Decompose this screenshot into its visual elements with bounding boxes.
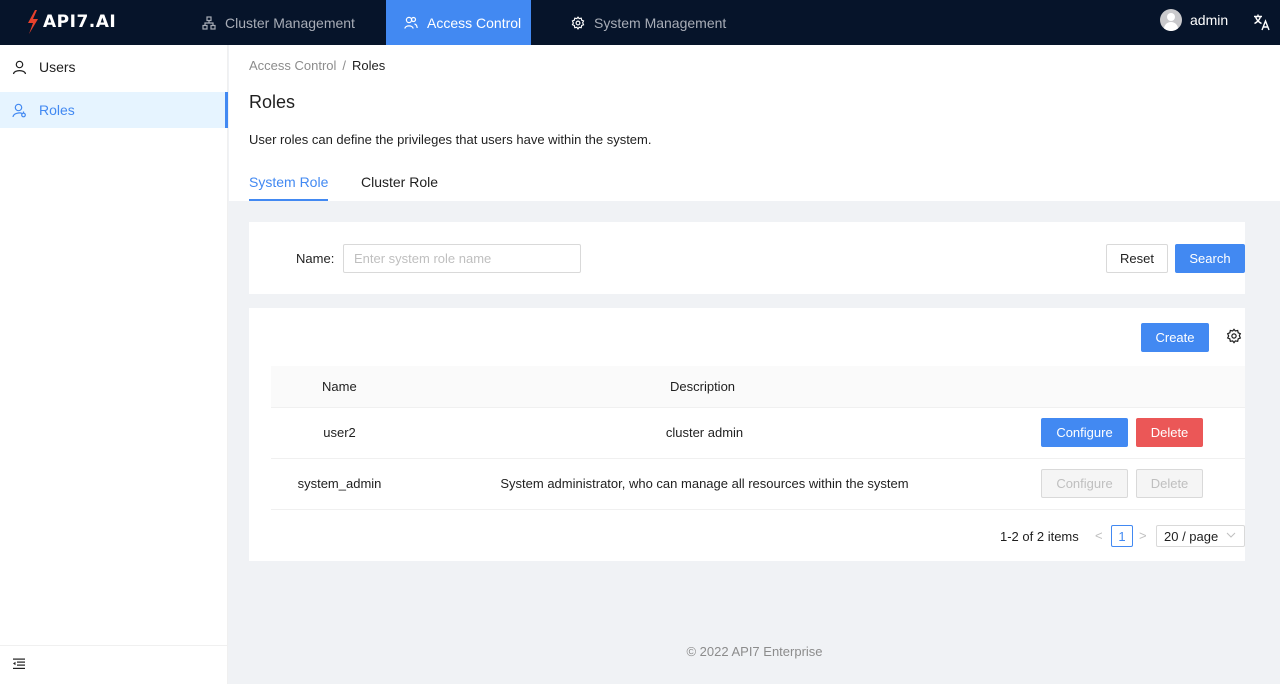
user-role-icon — [12, 103, 27, 118]
column-header-description: Description — [670, 379, 736, 394]
search-button[interactable]: Search — [1175, 244, 1245, 273]
delete-button[interactable]: Delete — [1136, 418, 1203, 447]
nav-access-control[interactable]: Access Control — [386, 0, 531, 45]
menu-fold-icon[interactable] — [12, 657, 26, 671]
role-name-search-input[interactable] — [343, 244, 581, 273]
chevron-left-icon[interactable]: < — [1095, 528, 1103, 543]
chevron-down-icon — [1226, 532, 1236, 538]
tab-cluster-role[interactable]: Cluster Role — [361, 174, 438, 201]
breadcrumb-separator: / — [342, 58, 347, 73]
logo-bolt-icon — [28, 10, 38, 34]
roles-table-card: Create Name Description user2 cluster ad… — [249, 308, 1245, 561]
page-title: Roles — [249, 92, 296, 112]
delete-button-disabled: Delete — [1136, 469, 1203, 498]
role-name: system_admin — [297, 476, 382, 491]
cluster-icon — [202, 15, 216, 30]
user-icon — [12, 60, 27, 75]
gear-icon — [571, 15, 585, 30]
nav-system-management[interactable]: System Management — [531, 0, 751, 45]
sidebar-footer — [0, 645, 228, 684]
pagination: 1-2 of 2 items < 1 > 20 / page — [249, 524, 1245, 548]
create-button[interactable]: Create — [1141, 323, 1209, 352]
breadcrumb: Access Control / Roles — [249, 58, 385, 73]
main-content: Access Control / Roles Roles User roles ca… — [229, 45, 1280, 684]
breadcrumb-access-control[interactable]: Access Control — [249, 58, 336, 73]
pagination-total: 1-2 of 2 items — [1000, 529, 1079, 544]
nav-cluster-management-label: Cluster Management — [225, 14, 355, 31]
logo[interactable]: API7.AI — [26, 9, 116, 35]
sidebar-item-users[interactable]: Users — [0, 49, 228, 85]
gear-icon[interactable] — [1226, 328, 1242, 344]
reset-button[interactable]: Reset — [1106, 244, 1168, 273]
chevron-right-icon[interactable]: > — [1139, 528, 1147, 543]
tab-system-role[interactable]: System Role — [249, 174, 329, 201]
page-size-select[interactable]: 20 / page — [1156, 525, 1245, 547]
sidebar-item-roles[interactable]: Roles — [0, 92, 228, 128]
nav-access-control-label: Access Control — [427, 14, 522, 31]
sidebar: Users Roles — [0, 45, 228, 684]
role-name: user2 — [323, 425, 356, 440]
nav-system-management-label: System Management — [594, 14, 727, 31]
sidebar-item-roles-label: Roles — [39, 102, 75, 118]
username: admin — [1190, 12, 1229, 28]
breadcrumb-roles: Roles — [352, 58, 386, 73]
sidebar-item-users-label: Users — [39, 59, 76, 75]
configure-button[interactable]: Configure — [1041, 418, 1128, 447]
column-header-name: Name — [322, 379, 357, 394]
avatar-icon — [1160, 9, 1182, 31]
name-label-colon: : — [330, 251, 335, 266]
table-header: Name Description — [271, 366, 1245, 408]
access-control-icon — [404, 16, 418, 30]
page-description: User roles can define the privileges tha… — [249, 132, 652, 147]
roles-table: Name Description user2 cluster admin Con… — [271, 366, 1245, 510]
user-menu[interactable]: admin — [1160, 9, 1228, 31]
page-size-value: 20 / page — [1164, 528, 1219, 544]
nav-cluster-management[interactable]: Cluster Management — [186, 0, 386, 45]
role-description: System administrator, who can manage all… — [500, 476, 909, 491]
search-form: Name: Reset Search — [249, 222, 1245, 294]
table-row: user2 cluster admin Configure Delete — [271, 408, 1245, 459]
translate-icon[interactable] — [1253, 13, 1271, 31]
logo-text: API7.AI — [43, 12, 117, 32]
table-row: system_admin System administrator, who c… — [271, 459, 1245, 510]
name-label-text: Name — [296, 251, 331, 266]
pagination-page-1[interactable]: 1 — [1111, 525, 1133, 547]
configure-button-disabled: Configure — [1041, 469, 1128, 498]
name-field-label: Name: — [296, 251, 334, 266]
footer-copyright: © 2022 API7 Enterprise — [686, 644, 823, 659]
top-navigation-bar: API7.AI Cluster Management Access Contro… — [0, 0, 1280, 45]
role-description: cluster admin — [665, 425, 744, 440]
page-header: Access Control / Roles Roles User roles ca… — [229, 45, 1280, 201]
